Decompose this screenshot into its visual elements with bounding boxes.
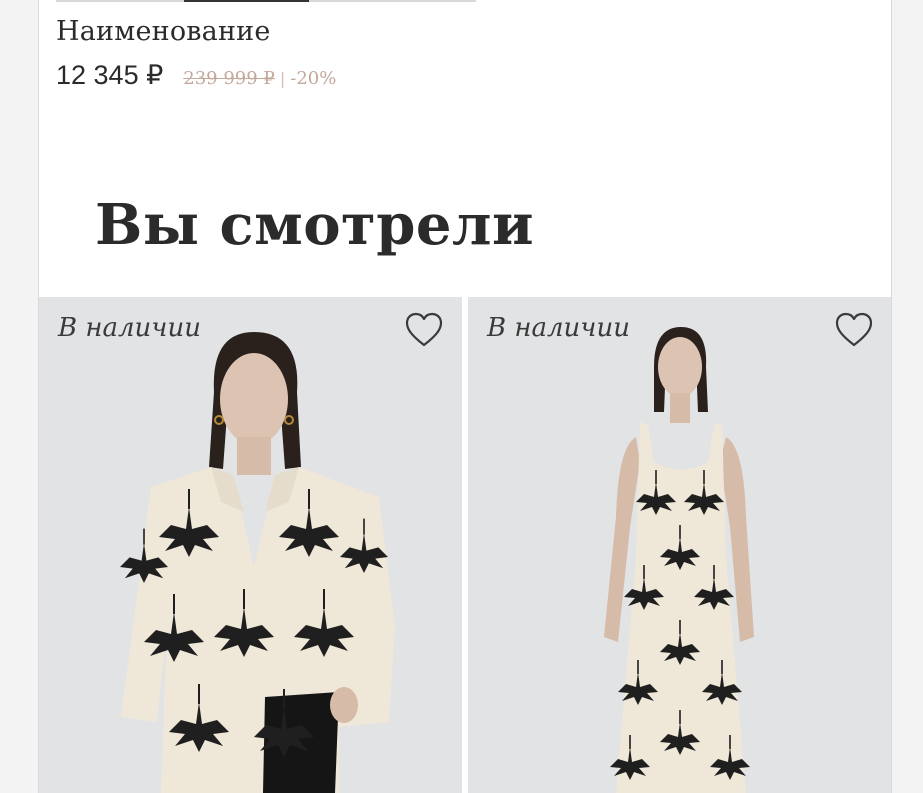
page-frame: Наименование 12 345 ₽ 239 999 ₽ | -20% В… bbox=[38, 0, 892, 793]
product-image-shirt[interactable] bbox=[39, 297, 462, 793]
heart-icon[interactable] bbox=[405, 312, 443, 348]
product-image-dress[interactable] bbox=[468, 297, 892, 793]
price-separator: | bbox=[279, 69, 286, 88]
current-price: 12 345 ₽ bbox=[56, 60, 164, 90]
product-name[interactable]: Наименование bbox=[56, 16, 271, 47]
old-price-group: 239 999 ₽ | -20% bbox=[183, 68, 336, 89]
price-row: 12 345 ₽ 239 999 ₽ | -20% bbox=[56, 60, 336, 91]
product-card[interactable]: В наличии bbox=[39, 297, 462, 793]
product-card[interactable]: В наличии bbox=[468, 297, 892, 793]
recently-viewed-title: Вы смотрели bbox=[95, 192, 535, 258]
discount-badge: -20% bbox=[290, 68, 337, 89]
availability-label: В наличии bbox=[58, 313, 201, 343]
availability-label: В наличии bbox=[487, 313, 630, 343]
top-divider-active bbox=[184, 0, 309, 2]
old-price: 239 999 ₽ bbox=[183, 68, 275, 89]
heart-icon[interactable] bbox=[835, 312, 873, 348]
